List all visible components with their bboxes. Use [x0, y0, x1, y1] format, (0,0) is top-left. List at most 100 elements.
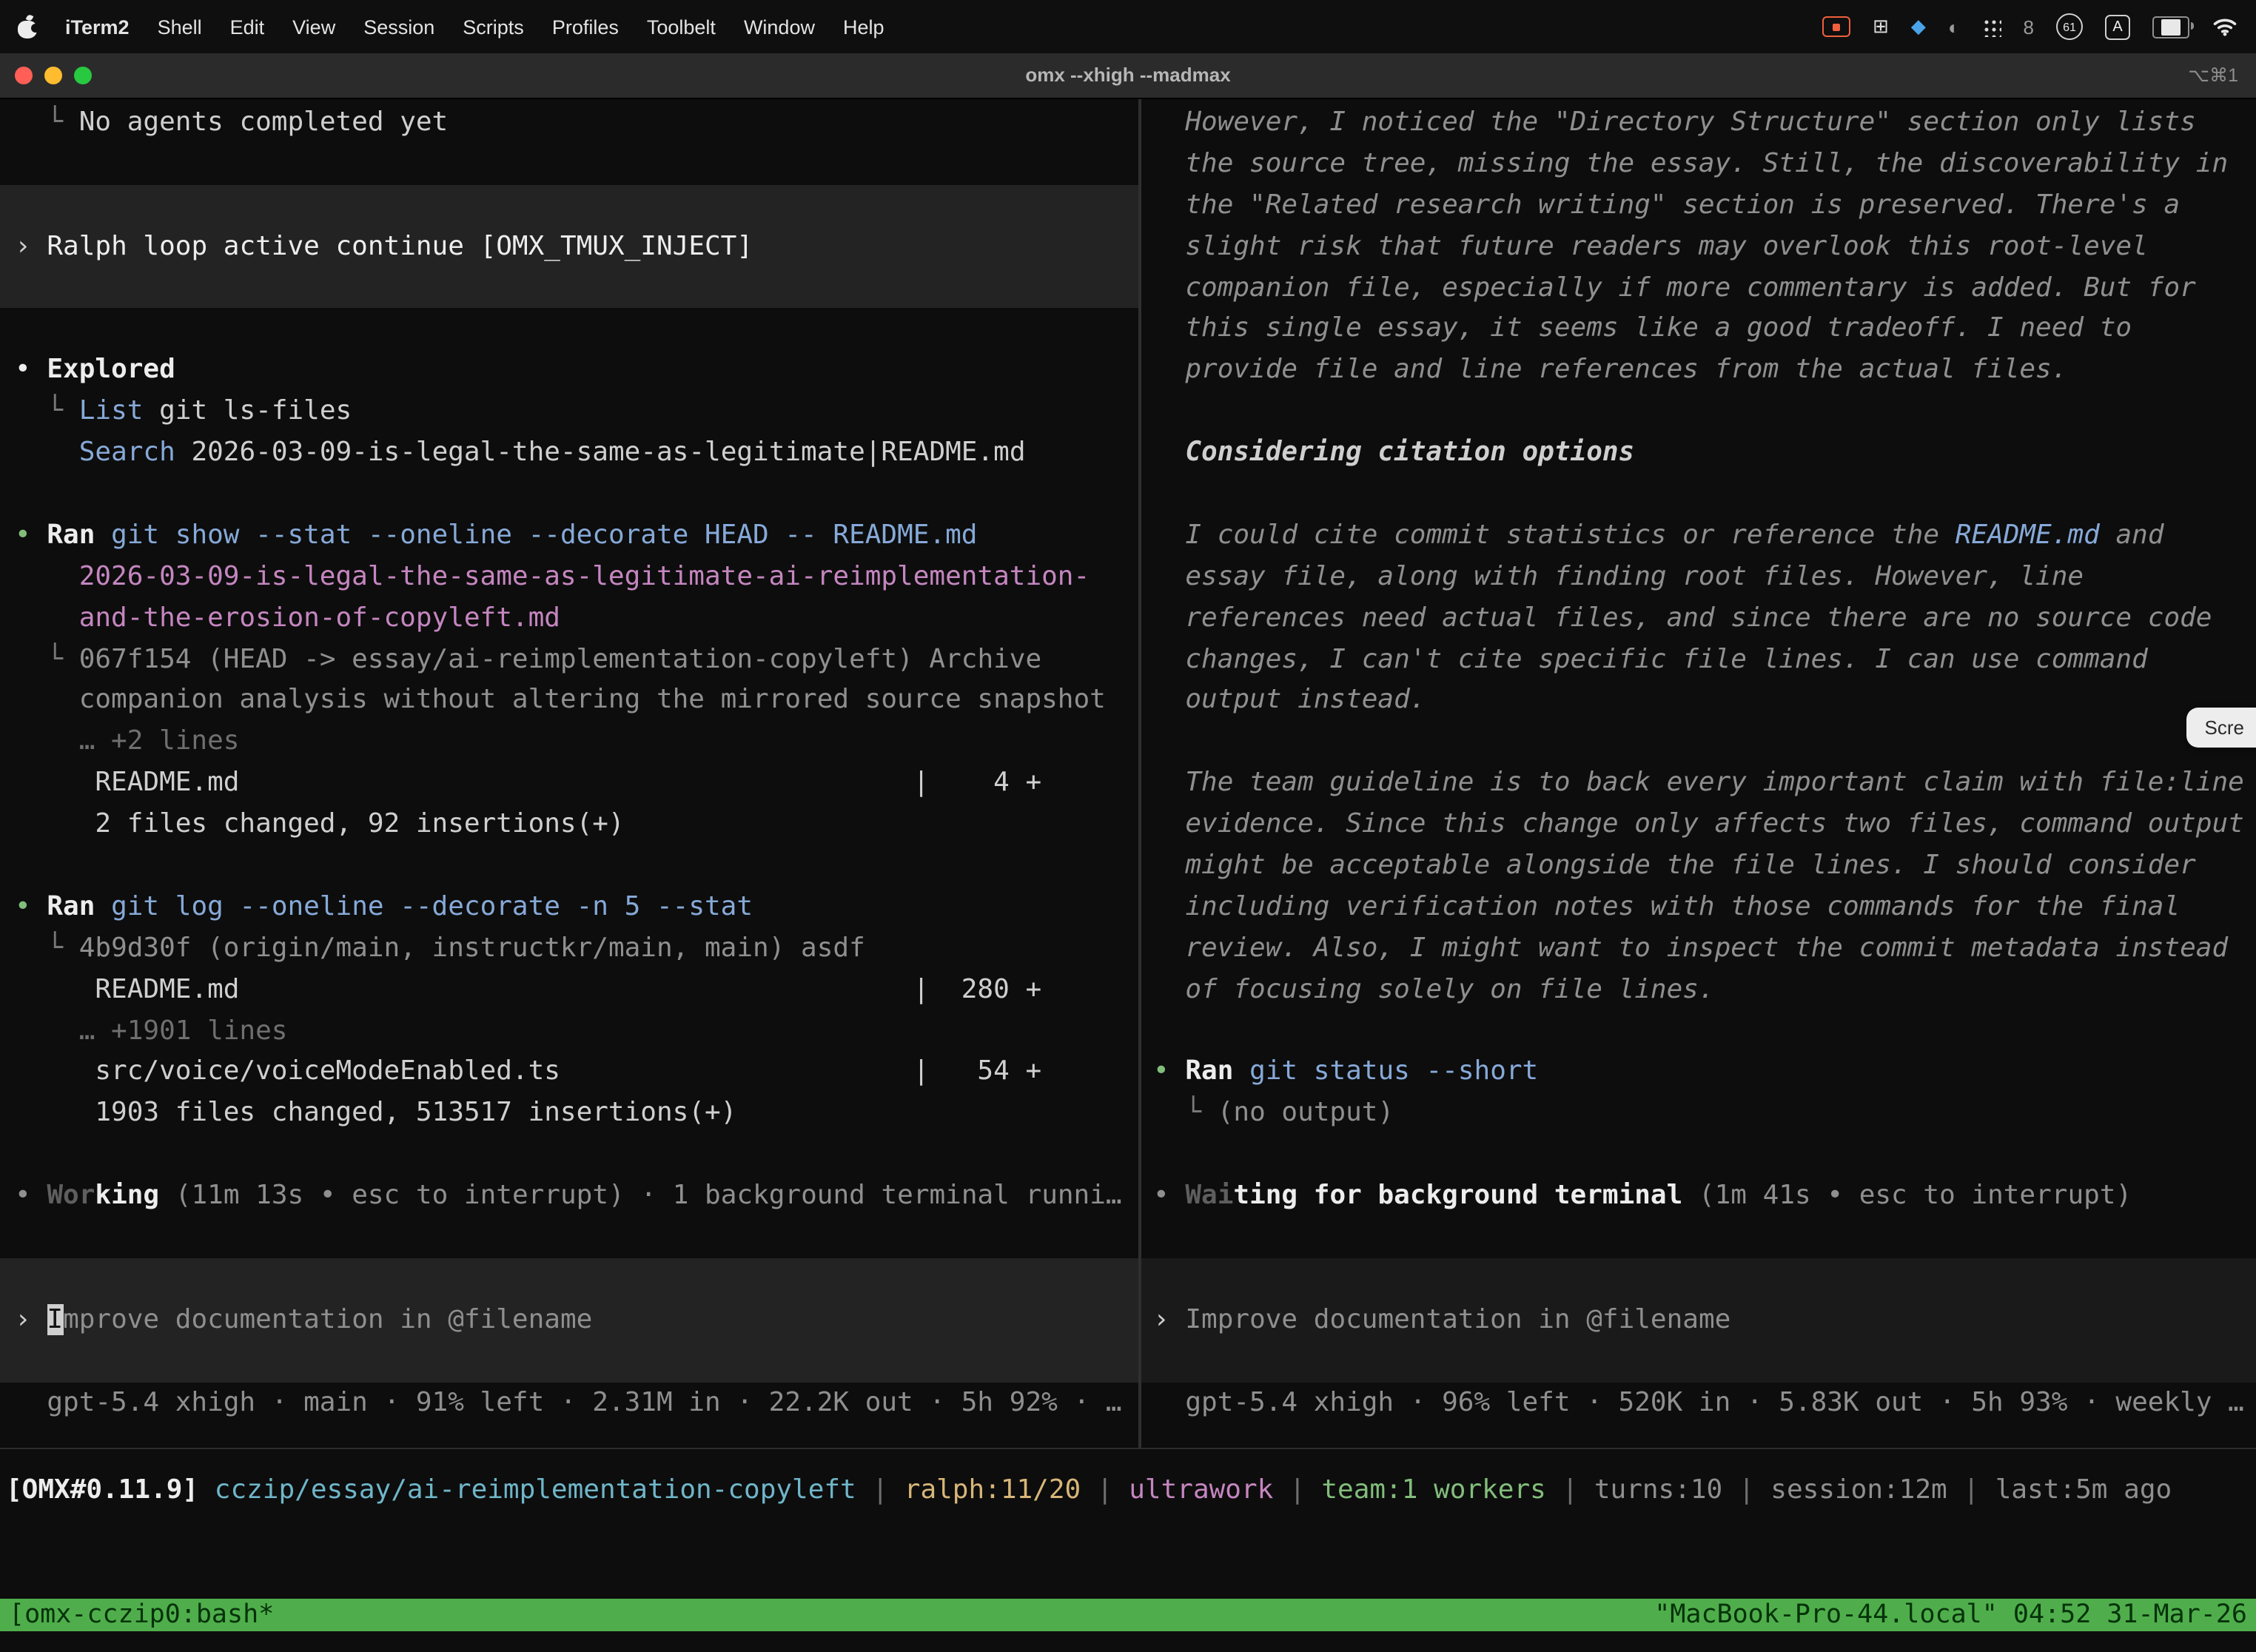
blank-line — [0, 474, 1138, 515]
ralph-loop-banner: › Ralph loop active continue [OMX_TMUX_I… — [0, 226, 1138, 267]
text-segment: └ — [15, 643, 79, 674]
text-segment: evidence. Since this change only affects… — [1153, 808, 2244, 839]
figure-eight-icon[interactable]: 8 — [2024, 16, 2034, 38]
menu-item-shell[interactable]: Shell — [158, 16, 202, 38]
app-grid-icon[interactable] — [1982, 17, 2001, 36]
zoom-button[interactable] — [74, 67, 92, 84]
text-segment — [198, 1474, 215, 1505]
session-stats: gpt-5.4 xhigh · main · 91% left · 2.31M … — [0, 1382, 1138, 1423]
grid-icon[interactable]: ⊞ — [1873, 15, 1889, 38]
thinking-line: of focusing solely on file lines. — [1141, 969, 2256, 1010]
text-segment: └ — [15, 933, 79, 964]
battery-percent-icon[interactable]: 61 — [2056, 13, 2083, 40]
blank-line — [1141, 1217, 2256, 1258]
text-segment: | — [856, 1474, 904, 1505]
menu-item-session[interactable]: Session — [363, 16, 434, 38]
blank-line — [0, 1135, 1138, 1176]
left-terminal-pane[interactable]: └ No agents completed yet› Ralph loop ac… — [0, 99, 1138, 1451]
text-segment: › — [15, 1304, 47, 1335]
text-segment: • — [15, 520, 47, 551]
blank-line — [1141, 1340, 2256, 1382]
composer-input[interactable]: › Improve documentation in @filename — [1141, 1300, 2256, 1341]
close-button[interactable] — [15, 67, 33, 84]
thinking-line: I could cite commit statistics or refere… — [1141, 515, 2256, 557]
window-shortcut-hint: ⌥⌘1 — [2188, 53, 2238, 98]
menu-bar: iTerm2 Shell Edit View Session Scripts P… — [0, 0, 2256, 53]
blank-line — [0, 845, 1138, 887]
blank-line — [1141, 1010, 2256, 1052]
text-segment: README.md | 280 + — [15, 973, 1041, 1004]
screen-share-tooltip[interactable]: Scre — [2187, 708, 2256, 748]
blank-line — [0, 267, 1138, 309]
explored-header: • Explored — [0, 350, 1138, 392]
wifi-icon[interactable] — [2212, 16, 2238, 37]
text-segment: Wai — [1185, 1180, 1233, 1211]
text-segment: git status --short — [1233, 1056, 1538, 1087]
text-segment: (11m 13s • esc to interrupt) — [159, 1180, 625, 1211]
text-segment: companion file, especially if more comme… — [1153, 272, 2196, 303]
menu-item-iterm2[interactable]: iTerm2 — [65, 16, 130, 38]
diffstat-summary-1: 2 files changed, 92 insertions(+) — [0, 804, 1138, 845]
window-title: omx --xhigh --madmax — [0, 53, 2256, 98]
text-segment: 2 files changed, 92 insertions(+) — [15, 808, 625, 839]
text-segment: provide file and line references from th… — [1153, 355, 2067, 386]
thinking-line: this single essay, it seems like a good … — [1141, 309, 2256, 350]
text-segment: (1m 41s • esc to interrupt) — [1682, 1180, 2132, 1211]
text-segment: Ran — [47, 520, 95, 551]
blue-app-icon[interactable]: ◆ — [1911, 15, 1926, 38]
text-segment: Ran — [47, 891, 95, 922]
blank-line — [1141, 722, 2256, 763]
thinking-line: references need actual files, and since … — [1141, 597, 2256, 639]
text-segment: The team guideline is to back every impo… — [1153, 768, 2244, 799]
ran-git-show: • Ran git show --stat --oneline --decora… — [0, 515, 1138, 557]
omx-team: team:1 workers — [1321, 1474, 1545, 1505]
essay-filename-line-1: 2026-03-09-is-legal-the-same-as-legitima… — [0, 557, 1138, 598]
text-segment: the source tree, missing the essay. Stil… — [1153, 148, 2228, 179]
collapsed-lines-note-1: … +2 lines — [0, 722, 1138, 763]
text-segment: README.md — [1955, 520, 2100, 551]
composer-box[interactable]: › Improve documentation in @filename — [0, 1258, 1138, 1382]
screen-recording-icon[interactable] — [1822, 16, 1850, 37]
menu-item-toolbelt[interactable]: Toolbelt — [647, 16, 716, 38]
window-title-bar[interactable]: omx --xhigh --madmax ⌥⌘1 — [0, 53, 2256, 99]
input-source-icon[interactable]: A — [2105, 14, 2130, 39]
omx-ralph-counter: ralph:11/20 — [904, 1474, 1081, 1505]
menu-item-view[interactable]: View — [292, 16, 335, 38]
screen: iTerm2 Shell Edit View Session Scripts P… — [0, 0, 2256, 1652]
commit-message-line-1: └ 067f154 (HEAD -> essay/ai-reimplementa… — [0, 639, 1138, 680]
menu-item-window[interactable]: Window — [744, 16, 815, 38]
text-segment: review. Also, I might want to inspect th… — [1153, 933, 2228, 964]
text-segment: references need actual files, and since … — [1153, 602, 2212, 633]
commit-message-line-2: companion analysis without altering the … — [0, 680, 1138, 722]
omx-status-section: [OMX#0.11.9] cczip/essay/ai-reimplementa… — [0, 1448, 2256, 1652]
diffstat-summary-2: 1903 files changed, 513517 insertions(+) — [0, 1093, 1138, 1135]
battery-icon[interactable] — [2152, 16, 2189, 38]
collapsed-lines-note-2: … +1901 lines — [0, 1010, 1138, 1052]
composer-box[interactable]: › Improve documentation in @filename — [1141, 1258, 2256, 1382]
apple-menu-icon[interactable] — [18, 16, 37, 38]
text-segment: and-the-erosion-of-copyleft.md — [15, 602, 560, 633]
text-segment: • — [15, 355, 47, 386]
text-segment: | — [1546, 1474, 1594, 1505]
menu-item-profiles[interactable]: Profiles — [552, 16, 619, 38]
text-segment: Improve documentation in @filename — [1185, 1304, 1730, 1335]
tmux-host-time: "MacBook-Pro-44.local" 04:52 31-Mar-26 — [1654, 1599, 2247, 1631]
text-segment: … +1901 lines — [15, 1015, 287, 1046]
menu-item-edit[interactable]: Edit — [230, 16, 265, 38]
text-segment: src/voice/voiceModeEnabled.ts | 54 + — [15, 1056, 1041, 1087]
blank-line — [0, 309, 1138, 350]
text-segment: └ — [15, 107, 79, 138]
minimize-button[interactable] — [44, 67, 62, 84]
text-segment: git log --oneline --decorate -n 5 --stat — [95, 891, 753, 922]
text-segment: slight risk that future readers may over… — [1153, 230, 2148, 261]
omx-turns: turns:10 — [1594, 1474, 1722, 1505]
right-terminal-pane[interactable]: However, I noticed the "Directory Struct… — [1141, 99, 2256, 1451]
menu-item-help[interactable]: Help — [843, 16, 884, 38]
blank-line — [0, 1340, 1138, 1382]
text-segment: However, I noticed the "Directory Struct… — [1153, 107, 2196, 138]
composer-input[interactable]: › Improve documentation in @filename — [0, 1300, 1138, 1341]
menu-item-scripts[interactable]: Scripts — [463, 16, 524, 38]
text-segment: git ls-files — [143, 395, 352, 426]
omx-status-line: [OMX#0.11.9] cczip/essay/ai-reimplementa… — [0, 1470, 2256, 1511]
dark-circle-icon[interactable]: ◐ — [1948, 16, 1960, 38]
